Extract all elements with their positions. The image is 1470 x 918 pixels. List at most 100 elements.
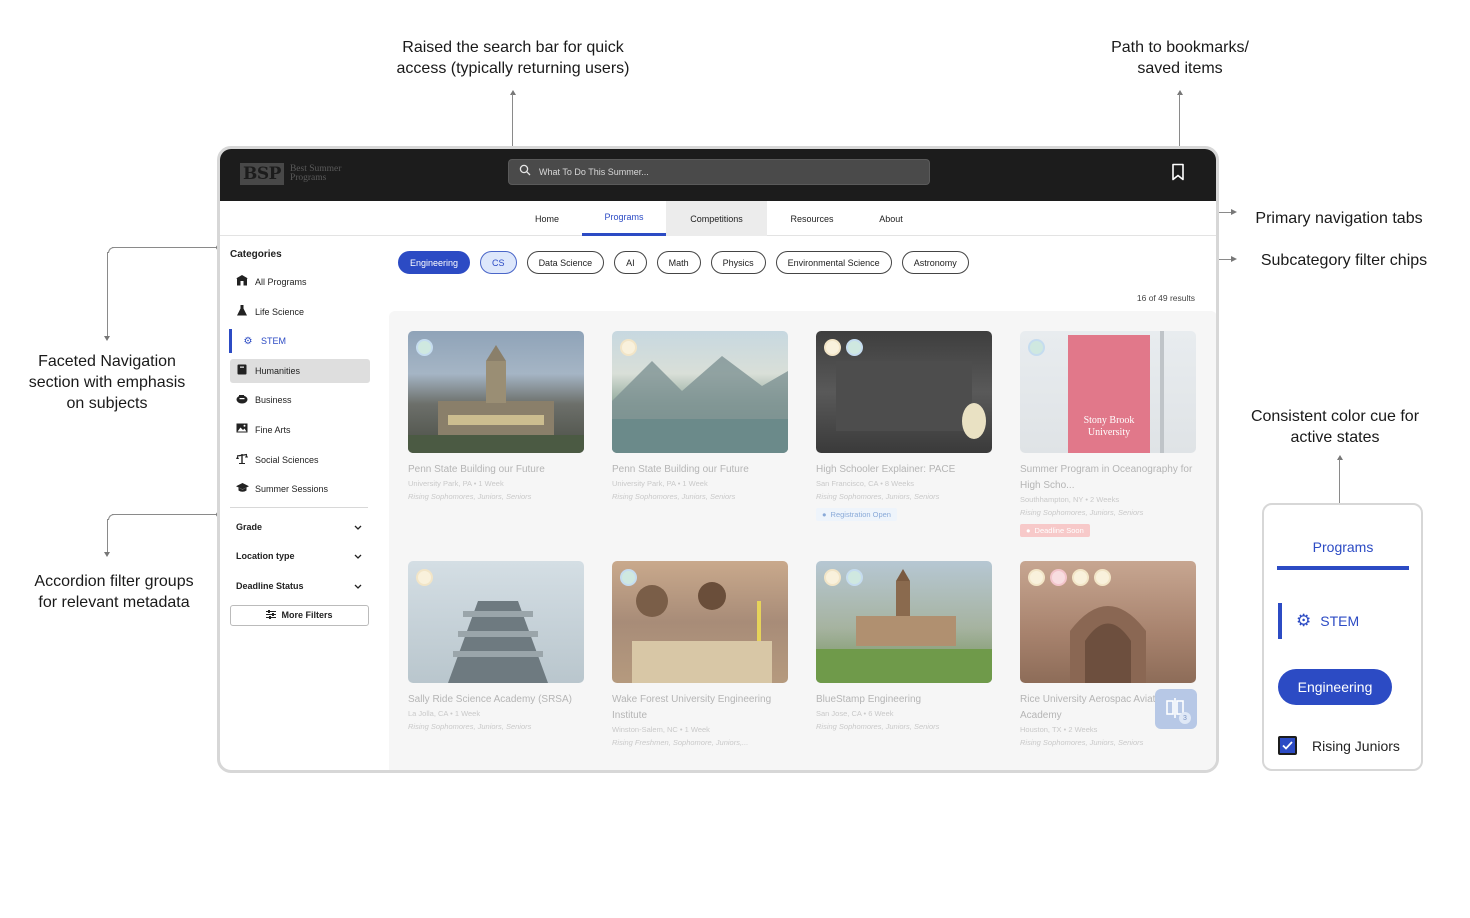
annotation-search: Raised the search bar for quick access (…	[363, 37, 663, 79]
program-card[interactable]: Stony Brook University Summer Program in …	[1020, 331, 1196, 538]
pin-badge-icon	[1050, 569, 1067, 586]
annotation-facet: Faceted Navigation section with emphasis…	[17, 351, 197, 414]
sidebar-item-label: Business	[255, 395, 292, 406]
tab-programs[interactable]: Programs	[582, 201, 666, 236]
program-image: Stony Brook University	[1020, 331, 1196, 453]
program-title: Wake Forest University Engineering Insti…	[612, 694, 772, 721]
sidebar-item-summer-sessions[interactable]: Summer Sessions	[230, 477, 370, 501]
chip-environmental-science[interactable]: Environmental Science	[775, 251, 892, 274]
badge-group	[824, 339, 863, 356]
accordion-label: Grade	[236, 521, 263, 532]
connector	[512, 94, 513, 154]
badge-group	[416, 569, 433, 586]
scales-icon	[236, 453, 248, 467]
tab-competitions[interactable]: Competitions	[666, 201, 767, 236]
program-card[interactable]: Wake Forest University Engineering Insti…	[612, 561, 788, 747]
search-icon	[519, 163, 531, 181]
sidebar-item-life-science[interactable]: Life Science	[230, 300, 370, 324]
bookmark-icon	[1170, 163, 1186, 185]
status-label: Deadline Soon	[1034, 526, 1084, 535]
program-card[interactable]: High Schooler Explainer: PACE San Franci…	[816, 331, 992, 522]
connector	[112, 514, 216, 515]
program-card[interactable]: Penn State Building our Future Universit…	[408, 331, 584, 501]
sliders-icon	[266, 609, 277, 621]
search-input[interactable]: What To Do This Summer...	[539, 167, 649, 177]
program-grades: Rising Sophomores, Juniors, Seniors	[408, 492, 532, 501]
compare-button[interactable]: 3	[1155, 689, 1197, 729]
accordion-label: Deadline Status	[236, 580, 304, 591]
sidebar-item-label: Humanities	[255, 365, 301, 376]
tab-programs-sample[interactable]: Programs	[1277, 539, 1409, 555]
categories-title: Categories	[230, 249, 282, 260]
subcategory-chips: Engineering CS Data Science AI Math Phys…	[398, 251, 969, 274]
program-grades: Rising Sophomores, Juniors, Seniors	[816, 492, 940, 501]
connector	[1179, 94, 1180, 154]
program-card[interactable]: BlueStamp Engineering San Jose, CA • 6 W…	[816, 561, 992, 731]
program-image	[408, 331, 584, 453]
program-title: High Schooler Explainer: PACE	[816, 464, 956, 475]
program-card[interactable]: Penn State Building our Future Universit…	[612, 331, 788, 501]
status-badge: ● Registration Open	[816, 508, 897, 521]
medal-badge-icon	[824, 569, 841, 586]
results-count: 16 of 49 results	[1136, 293, 1195, 303]
more-filters-button[interactable]: More Filters	[230, 604, 369, 626]
annotation-line: saved items	[1137, 60, 1223, 77]
arrow-right-icon	[1231, 209, 1237, 215]
logo[interactable]: BSP Best Summer Programs	[240, 163, 360, 185]
globe-badge-icon	[846, 569, 863, 586]
badge-group	[1028, 339, 1045, 356]
chip-ai[interactable]: AI	[614, 251, 647, 274]
chip-data-science[interactable]: Data Science	[526, 251, 605, 274]
chip-cs[interactable]: CS	[480, 251, 517, 274]
sidebar-item-label: All Programs	[255, 277, 307, 287]
program-title: BlueStamp Engineering	[816, 694, 922, 705]
active-state-callout: Programs ⚙ STEM Engineering Rising Junio…	[1262, 503, 1423, 771]
category-sidebar: Categories All Programs Life Science ⚙ S…	[229, 249, 370, 626]
program-grades: Rising Sophomores, Juniors, Seniors	[612, 492, 736, 501]
primary-nav: Home Programs Competitions Resources Abo…	[220, 201, 1216, 236]
program-title: Penn State Building our Future	[612, 464, 749, 475]
sidebar-item-all-programs[interactable]: All Programs	[230, 270, 370, 294]
tab-resources[interactable]: Resources	[776, 201, 848, 236]
annotation-line: active states	[1290, 429, 1380, 446]
sidebar-item-stem-sample[interactable]: ⚙ STEM	[1278, 603, 1359, 639]
program-title: Summer Program in Oceanography for High …	[1020, 464, 1193, 491]
program-title: Sally Ride Science Academy (SRSA)	[408, 694, 572, 705]
program-meta: University Park, PA • 1 Week	[612, 479, 708, 488]
sidebar-item-stem[interactable]: ⚙ STEM	[229, 329, 370, 354]
sidebar-item-humanities[interactable]: Humanities	[230, 358, 370, 383]
annotation-accordion: Accordion filter groups for relevant met…	[17, 571, 211, 613]
sidebar-item-fine-arts[interactable]: Fine Arts	[230, 418, 370, 442]
accordion-location-type[interactable]: Location type	[230, 545, 370, 567]
chip-engineering[interactable]: Engineering	[398, 251, 471, 274]
tab-home[interactable]: Home	[516, 201, 578, 236]
tab-about[interactable]: About	[856, 201, 926, 236]
annotation-line: Faceted Navigation	[38, 353, 176, 370]
chip-engineering-sample[interactable]: Engineering	[1278, 669, 1392, 705]
sidebar-item-business[interactable]: Business	[230, 388, 370, 412]
bookmark-button[interactable]	[1170, 163, 1186, 186]
gear-icon: ⚙	[243, 335, 253, 347]
accordion-deadline-status[interactable]: Deadline Status	[230, 575, 370, 597]
checkbox-checked-icon[interactable]	[1278, 736, 1297, 755]
chip-astronomy[interactable]: Astronomy	[901, 251, 969, 274]
connector	[108, 247, 114, 253]
graduation-cap-icon	[236, 482, 249, 496]
compare-count: 3	[1179, 712, 1191, 724]
badge-group	[416, 339, 433, 356]
annotation-line: Consistent color cue for	[1250, 408, 1420, 425]
accordion-grade[interactable]: Grade	[230, 516, 370, 538]
medal-badge-icon	[620, 339, 637, 356]
program-grades: Rising Sophomores, Juniors, Seniors	[1020, 508, 1144, 517]
chip-physics[interactable]: Physics	[710, 251, 766, 274]
search-bar[interactable]: What To Do This Summer...	[508, 159, 930, 185]
sidebar-item-social-sciences[interactable]: Social Sciences	[230, 448, 370, 472]
globe-badge-icon	[846, 339, 863, 356]
checkbox-rising-juniors[interactable]: Rising Juniors	[1278, 736, 1400, 755]
program-card[interactable]: Sally Ride Science Academy (SRSA) La Jol…	[408, 561, 584, 731]
top-bar: BSP Best Summer Programs What To Do This…	[220, 149, 1216, 201]
status-label: Registration Open	[830, 510, 891, 519]
connector	[108, 514, 114, 520]
chip-math[interactable]: Math	[656, 251, 701, 274]
annotation-line: Path to bookmarks/	[1111, 39, 1249, 56]
